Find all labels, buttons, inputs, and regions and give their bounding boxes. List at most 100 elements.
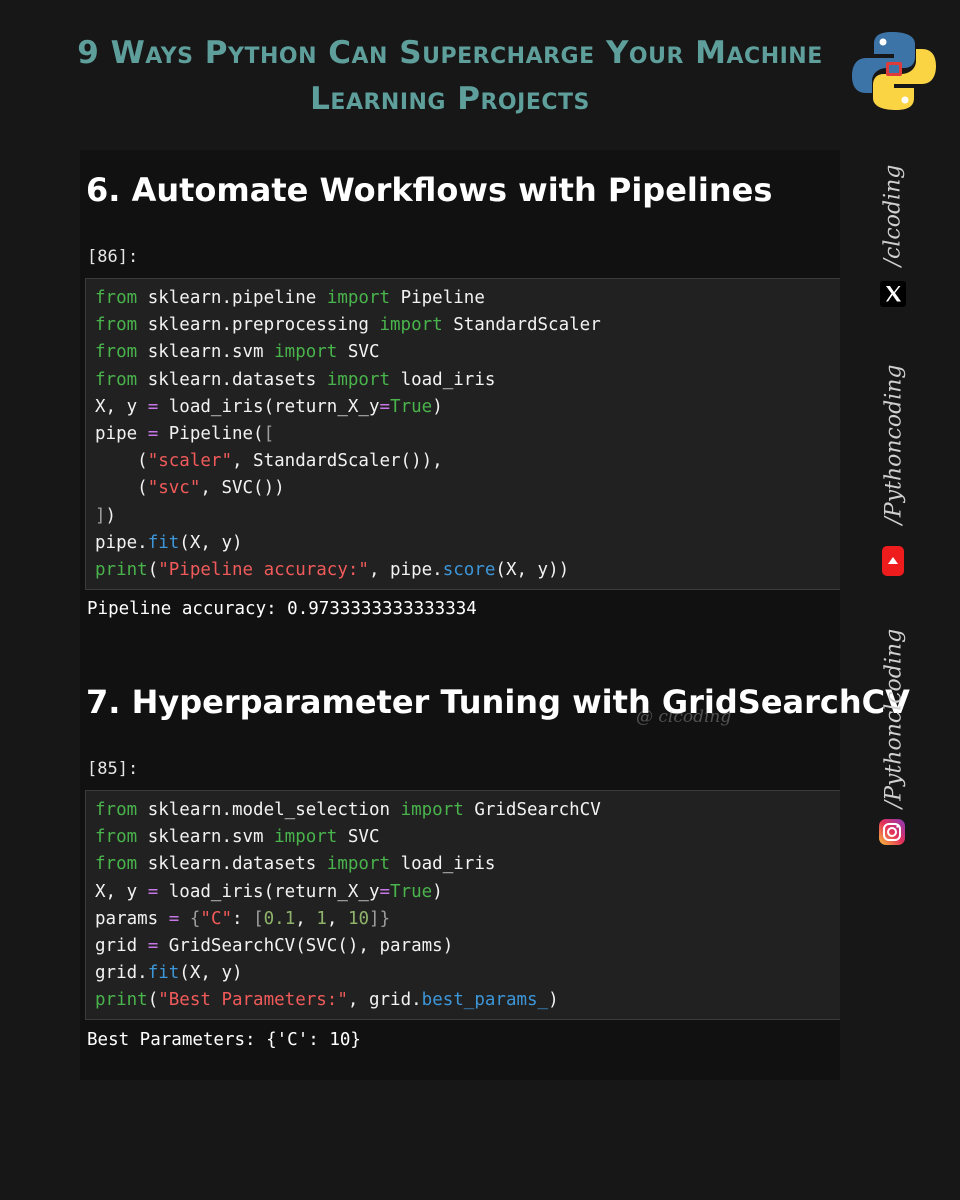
code-line: from sklearn.preprocessing import Standa…: [95, 312, 840, 339]
code-token: , SVC()): [200, 478, 285, 499]
code-token: import: [326, 369, 391, 390]
code-token: GridSearchCV: [463, 800, 601, 820]
code-token: ): [548, 990, 559, 1011]
code-line: grid = GridSearchCV(SVC(), params): [95, 933, 840, 960]
code-token: (: [95, 478, 148, 499]
code-token: from: [95, 827, 138, 848]
code-token: "svc": [147, 478, 201, 499]
code-line: ("svc", SVC()): [95, 475, 840, 502]
code-token: fit: [147, 963, 180, 984]
code-token: (X, y): [179, 963, 243, 984]
code-token: print: [95, 990, 148, 1011]
section-heading-pipelines: 6. Automate Workflows with Pipelines: [86, 171, 773, 209]
code-token: ,: [295, 908, 317, 929]
code-token: =: [168, 908, 180, 929]
code-token: sklearn.svm: [137, 342, 275, 363]
code-token: :: [232, 908, 254, 929]
cell-prompt: [86]:: [87, 247, 139, 267]
code-cell-pipelines[interactable]: from sklearn.pipeline import Pipeline fro…: [85, 278, 840, 590]
code-token: (X, y): [179, 532, 243, 553]
code-token: from: [95, 342, 138, 363]
code-line: ("scaler", StandardScaler()),: [95, 448, 840, 475]
code-token: ): [105, 505, 117, 526]
code-token: "scaler": [147, 451, 232, 472]
code-token: load_iris(return_X_y: [158, 396, 380, 417]
code-token: from: [95, 288, 138, 308]
code-token: import: [400, 800, 464, 820]
code-token: "C": [200, 908, 233, 929]
code-line: pipe = Pipeline([: [95, 421, 840, 448]
code-token: fit: [147, 532, 180, 553]
youtube-icon[interactable]: [882, 546, 904, 576]
code-token: pipe.: [95, 532, 148, 553]
code-token: X, y: [95, 881, 148, 902]
code-token: print: [95, 559, 148, 580]
code-token: =: [379, 881, 391, 902]
code-token: , grid.: [347, 990, 422, 1011]
x-handle[interactable]: /clcoding: [881, 161, 906, 271]
code-token: True: [390, 881, 433, 902]
code-token: sklearn.pipeline: [137, 288, 327, 308]
code-token: [: [263, 423, 275, 444]
code-token: 1: [316, 908, 327, 929]
code-token: ]: [369, 908, 380, 929]
code-line: X, y = load_iris(return_X_y=True): [95, 879, 840, 906]
youtube-handle[interactable]: /Pythoncoding: [882, 360, 907, 530]
x-logo-icon[interactable]: [880, 281, 906, 307]
page-title: 9 Ways Python Can Supercharge Your Machi…: [77, 35, 823, 117]
code-line: from sklearn.model_selection import Grid…: [95, 797, 840, 824]
code-token: =: [147, 935, 159, 956]
code-token: ): [432, 396, 443, 417]
code-token: {: [189, 908, 201, 929]
code-token: best_params_: [421, 990, 549, 1011]
code-token: import: [379, 315, 443, 336]
code-token: }: [379, 908, 391, 929]
code-line: grid.fit(X, y): [95, 960, 840, 987]
code-line: from sklearn.svm import SVC: [95, 339, 840, 366]
cell-output-pipelines: Pipeline accuracy: 0.9733333333333334: [87, 599, 477, 619]
code-token: (X, y)): [495, 559, 570, 580]
code-token: (: [147, 990, 159, 1011]
code-token: sklearn.svm: [137, 827, 275, 848]
code-token: load_iris(return_X_y: [158, 881, 380, 902]
code-token: from: [95, 369, 138, 390]
code-token: pipe: [95, 423, 148, 444]
code-token: Pipeline(: [158, 423, 264, 444]
code-token: import: [326, 288, 391, 308]
code-token: GridSearchCV(SVC(), params): [158, 935, 454, 956]
code-line: print("Best Parameters:", grid.best_para…: [95, 987, 840, 1014]
code-token: load_iris: [390, 369, 496, 390]
code-token: =: [147, 423, 159, 444]
code-line: X, y = load_iris(return_X_y=True): [95, 394, 840, 421]
code-token: from: [95, 854, 138, 875]
code-line: from sklearn.datasets import load_iris: [95, 367, 840, 394]
code-token: 0.1: [263, 908, 296, 929]
code-token: sklearn.datasets: [137, 369, 327, 390]
code-token: grid: [95, 935, 148, 956]
code-token: score: [442, 559, 496, 580]
code-token: , StandardScaler()),: [231, 451, 443, 472]
code-token: from: [95, 800, 138, 820]
code-token: , pipe.: [368, 559, 443, 580]
code-token: sklearn.model_selection: [137, 800, 401, 820]
code-token: ,: [326, 908, 348, 929]
code-line: from sklearn.svm import SVC: [95, 824, 840, 851]
code-line: pipe.fit(X, y): [95, 530, 840, 557]
code-token: import: [326, 854, 391, 875]
code-token: (: [147, 559, 159, 580]
python-logo-icon: [852, 32, 936, 110]
code-token: grid.: [95, 963, 148, 984]
code-line: ]): [95, 503, 840, 530]
watermark: @ clcoding: [636, 707, 732, 727]
code-cell-gridsearch[interactable]: from sklearn.model_selection import Grid…: [85, 790, 840, 1020]
instagram-handle[interactable]: /Pythonclcoding: [882, 624, 907, 814]
code-token: import: [274, 342, 338, 363]
code-token: SVC: [337, 342, 380, 363]
cell-output-gridsearch: Best Parameters: {'C': 10}: [87, 1030, 361, 1050]
code-token: "Pipeline accuracy:": [158, 559, 369, 580]
cell-prompt: [85]:: [87, 759, 139, 779]
code-token: 10: [347, 908, 370, 929]
instagram-icon[interactable]: [879, 819, 905, 845]
code-token: True: [390, 396, 433, 417]
code-token: load_iris: [390, 854, 496, 875]
